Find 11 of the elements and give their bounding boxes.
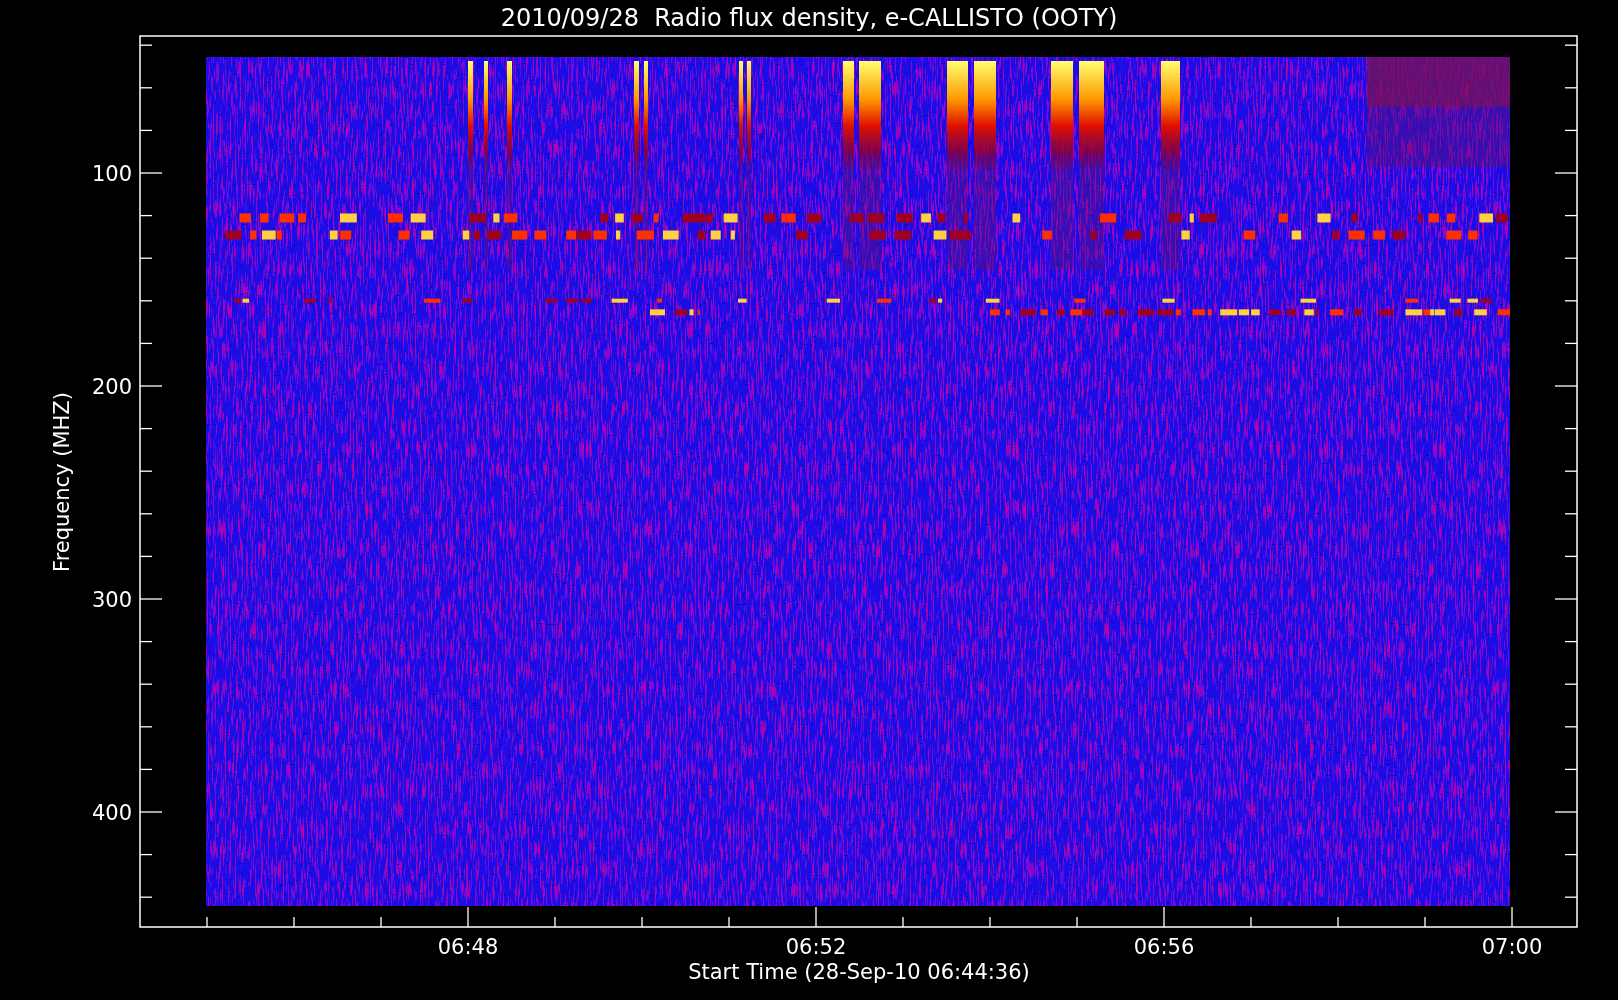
x-tick-label: 06:52 <box>785 935 847 959</box>
x-tick-label: 06:48 <box>437 935 499 959</box>
y-tick-label: 300 <box>91 588 132 612</box>
y-axis-label: Frequency (MHZ) <box>50 392 74 572</box>
x-tick-label: 06:56 <box>1133 935 1195 959</box>
y-tick-label: 400 <box>91 801 132 825</box>
x-tick-label: 07:00 <box>1481 935 1543 959</box>
chart-title: 2010/09/28 Radio flux density, e-CALLISTO (OOTY) <box>500 4 1118 32</box>
y-tick-label: 100 <box>91 162 132 186</box>
x-axis-label: Start Time (28-Sep-10 06:44:36) <box>688 960 1030 984</box>
y-tick-label: 200 <box>91 375 132 399</box>
